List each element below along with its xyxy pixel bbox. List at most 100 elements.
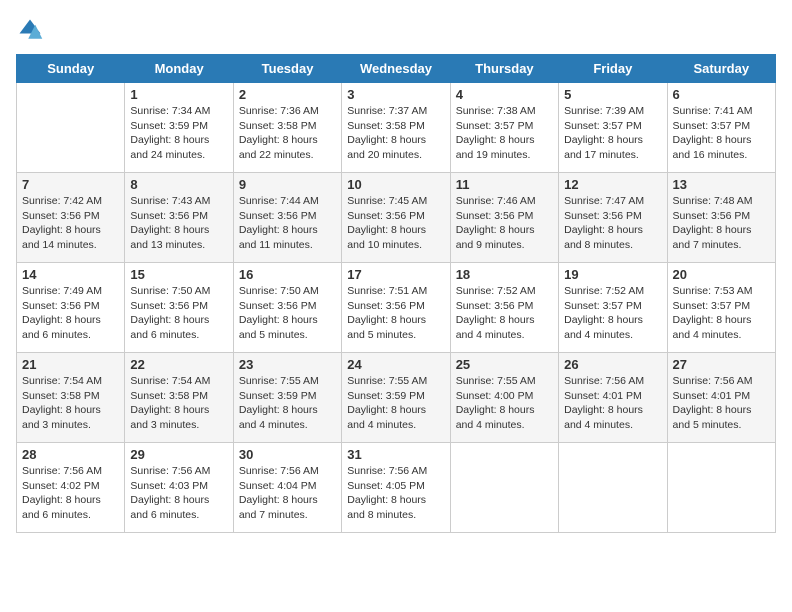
- calendar-cell: 7Sunrise: 7:42 AMSunset: 3:56 PMDaylight…: [17, 173, 125, 263]
- cell-date: 27: [673, 357, 770, 372]
- cell-date: 6: [673, 87, 770, 102]
- week-row-5: 28Sunrise: 7:56 AMSunset: 4:02 PMDayligh…: [17, 443, 776, 533]
- week-row-3: 14Sunrise: 7:49 AMSunset: 3:56 PMDayligh…: [17, 263, 776, 353]
- calendar-cell: 14Sunrise: 7:49 AMSunset: 3:56 PMDayligh…: [17, 263, 125, 353]
- cell-info: Sunrise: 7:56 AMSunset: 4:05 PMDaylight:…: [347, 464, 444, 523]
- calendar-cell: 31 Sunrise: 7:56 AMSunset: 4:05 PMDayligh…: [342, 443, 450, 533]
- calendar-cell: 6 Sunrise: 7:41 AMSunset: 3:57 PMDaylight…: [667, 83, 775, 173]
- page-header: [16, 16, 776, 44]
- cell-date: 4: [456, 87, 553, 102]
- cell-info: Sunrise: 7:39 AMSunset: 3:57 PMDaylight:…: [564, 104, 661, 163]
- day-header-monday: Monday: [125, 55, 233, 83]
- cell-date: 20: [673, 267, 770, 282]
- calendar-cell: 22 Sunrise: 7:54 AMSunset: 3:58 PMDayligh…: [125, 353, 233, 443]
- day-header-wednesday: Wednesday: [342, 55, 450, 83]
- cell-date: 15: [130, 267, 227, 282]
- cell-date: 17: [347, 267, 444, 282]
- cell-date: 10: [347, 177, 444, 192]
- calendar-cell: 25 Sunrise: 7:55 AMSunset: 4:00 PMDayligh…: [450, 353, 558, 443]
- cell-info: Sunrise: 7:47 AMSunset: 3:56 PMDaylight:…: [564, 194, 661, 253]
- cell-info: Sunrise: 7:52 AMSunset: 3:56 PMDaylight:…: [456, 284, 553, 343]
- calendar-cell: 18 Sunrise: 7:52 AMSunset: 3:56 PMDayligh…: [450, 263, 558, 353]
- cell-info: Sunrise: 7:55 AMSunset: 4:00 PMDaylight:…: [456, 374, 553, 433]
- cell-date: 3: [347, 87, 444, 102]
- cell-date: 21: [22, 357, 119, 372]
- cell-date: 5: [564, 87, 661, 102]
- cell-info: Sunrise: 7:56 AMSunset: 4:02 PMDaylight:…: [22, 464, 119, 523]
- calendar-cell: [450, 443, 558, 533]
- cell-date: 1: [130, 87, 227, 102]
- cell-info: Sunrise: 7:36 AMSunset: 3:58 PMDaylight:…: [239, 104, 336, 163]
- calendar-cell: 8 Sunrise: 7:43 AMSunset: 3:56 PMDaylight…: [125, 173, 233, 263]
- cell-info: Sunrise: 7:41 AMSunset: 3:57 PMDaylight:…: [673, 104, 770, 163]
- cell-date: 19: [564, 267, 661, 282]
- cell-info: Sunrise: 7:37 AMSunset: 3:58 PMDaylight:…: [347, 104, 444, 163]
- calendar-cell: 27 Sunrise: 7:56 AMSunset: 4:01 PMDayligh…: [667, 353, 775, 443]
- logo-icon: [16, 16, 44, 44]
- cell-info: Sunrise: 7:56 AMSunset: 4:04 PMDaylight:…: [239, 464, 336, 523]
- cell-info: Sunrise: 7:55 AMSunset: 3:59 PMDaylight:…: [347, 374, 444, 433]
- calendar-cell: 5 Sunrise: 7:39 AMSunset: 3:57 PMDaylight…: [559, 83, 667, 173]
- cell-date: 26: [564, 357, 661, 372]
- cell-date: 11: [456, 177, 553, 192]
- cell-info: Sunrise: 7:50 AMSunset: 3:56 PMDaylight:…: [130, 284, 227, 343]
- cell-info: Sunrise: 7:45 AMSunset: 3:56 PMDaylight:…: [347, 194, 444, 253]
- day-header-sunday: Sunday: [17, 55, 125, 83]
- calendar-cell: 20 Sunrise: 7:53 AMSunset: 3:57 PMDayligh…: [667, 263, 775, 353]
- cell-info: Sunrise: 7:52 AMSunset: 3:57 PMDaylight:…: [564, 284, 661, 343]
- cell-date: 25: [456, 357, 553, 372]
- calendar-cell: [559, 443, 667, 533]
- cell-date: 31: [347, 447, 444, 462]
- calendar-cell: 2Sunrise: 7:36 AMSunset: 3:58 PMDaylight…: [233, 83, 341, 173]
- cell-info: Sunrise: 7:54 AMSunset: 3:58 PMDaylight:…: [22, 374, 119, 433]
- cell-info: Sunrise: 7:51 AMSunset: 3:56 PMDaylight:…: [347, 284, 444, 343]
- calendar-table: SundayMondayTuesdayWednesdayThursdayFrid…: [16, 54, 776, 533]
- calendar-cell: 23Sunrise: 7:55 AMSunset: 3:59 PMDayligh…: [233, 353, 341, 443]
- cell-date: 16: [239, 267, 336, 282]
- cell-date: 18: [456, 267, 553, 282]
- calendar-cell: 12 Sunrise: 7:47 AMSunset: 3:56 PMDayligh…: [559, 173, 667, 263]
- calendar-cell: 11 Sunrise: 7:46 AMSunset: 3:56 PMDayligh…: [450, 173, 558, 263]
- week-row-4: 21 Sunrise: 7:54 AMSunset: 3:58 PMDayligh…: [17, 353, 776, 443]
- logo: [16, 16, 46, 44]
- day-header-friday: Friday: [559, 55, 667, 83]
- calendar-cell: 26 Sunrise: 7:56 AMSunset: 4:01 PMDayligh…: [559, 353, 667, 443]
- calendar-cell: 21 Sunrise: 7:54 AMSunset: 3:58 PMDayligh…: [17, 353, 125, 443]
- cell-info: Sunrise: 7:38 AMSunset: 3:57 PMDaylight:…: [456, 104, 553, 163]
- calendar-cell: 28Sunrise: 7:56 AMSunset: 4:02 PMDayligh…: [17, 443, 125, 533]
- cell-date: 8: [130, 177, 227, 192]
- cell-date: 22: [130, 357, 227, 372]
- cell-info: Sunrise: 7:43 AMSunset: 3:56 PMDaylight:…: [130, 194, 227, 253]
- cell-info: Sunrise: 7:46 AMSunset: 3:56 PMDaylight:…: [456, 194, 553, 253]
- week-row-1: 1 Sunrise: 7:34 AMSunset: 3:59 PMDaylight…: [17, 83, 776, 173]
- cell-info: Sunrise: 7:34 AMSunset: 3:59 PMDaylight:…: [130, 104, 227, 163]
- calendar-cell: 29 Sunrise: 7:56 AMSunset: 4:03 PMDayligh…: [125, 443, 233, 533]
- calendar-cell: 10 Sunrise: 7:45 AMSunset: 3:56 PMDayligh…: [342, 173, 450, 263]
- cell-info: Sunrise: 7:56 AMSunset: 4:01 PMDaylight:…: [673, 374, 770, 433]
- calendar-cell: 13 Sunrise: 7:48 AMSunset: 3:56 PMDayligh…: [667, 173, 775, 263]
- cell-info: Sunrise: 7:56 AMSunset: 4:03 PMDaylight:…: [130, 464, 227, 523]
- calendar-cell: 3 Sunrise: 7:37 AMSunset: 3:58 PMDaylight…: [342, 83, 450, 173]
- calendar-cell: [17, 83, 125, 173]
- cell-info: Sunrise: 7:53 AMSunset: 3:57 PMDaylight:…: [673, 284, 770, 343]
- day-header-thursday: Thursday: [450, 55, 558, 83]
- calendar-cell: 16 Sunrise: 7:50 AMSunset: 3:56 PMDayligh…: [233, 263, 341, 353]
- calendar-cell: 9Sunrise: 7:44 AMSunset: 3:56 PMDaylight…: [233, 173, 341, 263]
- calendar-cell: 1 Sunrise: 7:34 AMSunset: 3:59 PMDaylight…: [125, 83, 233, 173]
- cell-info: Sunrise: 7:54 AMSunset: 3:58 PMDaylight:…: [130, 374, 227, 433]
- cell-info: Sunrise: 7:48 AMSunset: 3:56 PMDaylight:…: [673, 194, 770, 253]
- cell-info: Sunrise: 7:56 AMSunset: 4:01 PMDaylight:…: [564, 374, 661, 433]
- calendar-cell: 4 Sunrise: 7:38 AMSunset: 3:57 PMDaylight…: [450, 83, 558, 173]
- cell-date: 29: [130, 447, 227, 462]
- calendar-cell: 30Sunrise: 7:56 AMSunset: 4:04 PMDayligh…: [233, 443, 341, 533]
- cell-date: 9: [239, 177, 336, 192]
- calendar-cell: 24Sunrise: 7:55 AMSunset: 3:59 PMDayligh…: [342, 353, 450, 443]
- calendar-cell: 15 Sunrise: 7:50 AMSunset: 3:56 PMDayligh…: [125, 263, 233, 353]
- calendar-cell: 19 Sunrise: 7:52 AMSunset: 3:57 PMDayligh…: [559, 263, 667, 353]
- cell-date: 13: [673, 177, 770, 192]
- calendar-cell: [667, 443, 775, 533]
- cell-info: Sunrise: 7:49 AMSunset: 3:56 PMDaylight:…: [22, 284, 119, 343]
- day-header-tuesday: Tuesday: [233, 55, 341, 83]
- cell-date: 12: [564, 177, 661, 192]
- cell-info: Sunrise: 7:50 AMSunset: 3:56 PMDaylight:…: [239, 284, 336, 343]
